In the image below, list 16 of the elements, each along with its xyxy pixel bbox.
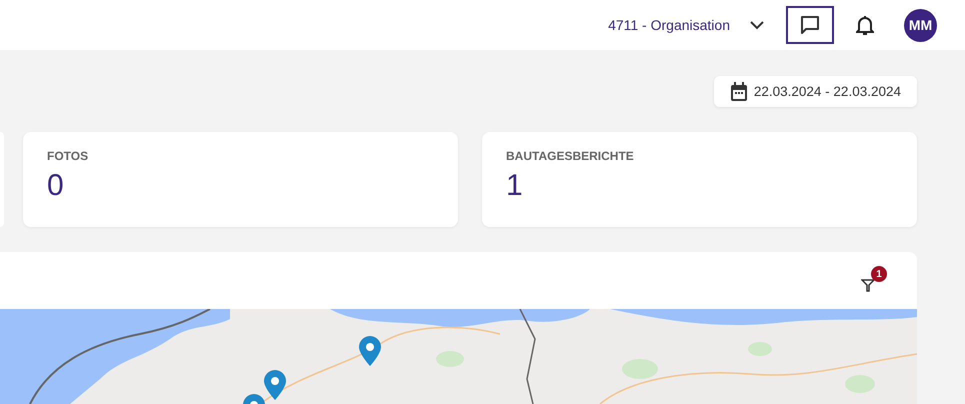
map-pin-icon[interactable] [359, 336, 381, 366]
calendar-icon [730, 82, 748, 102]
filter-count-badge: 1 [871, 266, 887, 282]
user-avatar[interactable]: MM [904, 8, 937, 42]
bell-icon[interactable] [856, 14, 874, 36]
stat-value: 1 [506, 169, 524, 203]
stat-value: 0 [47, 169, 65, 203]
chat-icon [799, 14, 821, 36]
chevron-down-icon[interactable] [750, 20, 764, 30]
stat-label: BAUTAGESBERICHTE [506, 149, 635, 163]
date-range-button[interactable]: 22.03.2024 - 22.03.2024 [714, 76, 917, 107]
map-pin-icon[interactable] [264, 370, 286, 400]
stat-label: FOTOS [47, 149, 90, 163]
filter-icon [861, 278, 875, 292]
organisation-selector[interactable]: 4711 - Organisation [608, 17, 730, 33]
chat-button[interactable] [786, 6, 834, 44]
